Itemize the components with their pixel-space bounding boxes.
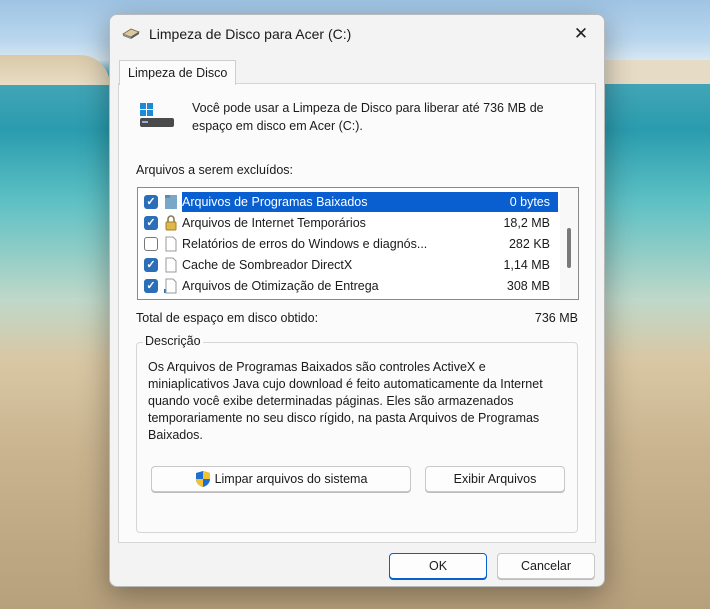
scrollbar-thumb[interactable] [567, 228, 571, 268]
tab-disk-cleanup[interactable]: Limpeza de Disco [119, 60, 237, 85]
checkbox-unchecked[interactable] [144, 237, 158, 251]
uac-shield-icon [195, 470, 211, 488]
tab-panel: Você pode usar a Limpeza de Disco para l… [118, 83, 596, 543]
total-space-value: 736 MB [534, 311, 578, 325]
folder-icon [164, 194, 178, 210]
file-category-size: 308 MB [506, 279, 550, 293]
close-icon: ✕ [573, 24, 589, 43]
file-category-size: 0 bytes [509, 195, 550, 209]
file-category-size: 282 KB [508, 237, 550, 251]
list-item[interactable]: ✓ Arquivos de Programas Baixados 0 bytes [138, 192, 558, 212]
disk-cleanup-dialog: Limpeza de Disco para Acer (C:) ✕ Limpez… [109, 14, 605, 587]
list-item[interactable]: ✓ Cache de Sombreador DirectX 1,14 MB [138, 255, 558, 275]
checkbox-checked[interactable]: ✓ [144, 195, 158, 209]
file-category-name: Arquivos de Otimização de Entrega [182, 279, 379, 293]
view-files-button[interactable]: Exibir Arquivos [425, 466, 565, 492]
disk-cleanup-icon [122, 28, 140, 40]
file-category-name: Cache de Sombreador DirectX [182, 258, 353, 272]
file-icon [164, 257, 178, 273]
file-category-name: Arquivos de Internet Temporários [182, 216, 366, 230]
ok-button[interactable]: OK [389, 553, 487, 579]
lock-icon [164, 215, 178, 231]
checkbox-checked[interactable]: ✓ [144, 258, 158, 272]
description-legend: Descrição [143, 334, 203, 348]
file-icon [164, 278, 178, 294]
checkbox-checked[interactable]: ✓ [144, 279, 158, 293]
background-beach-right [600, 60, 710, 84]
close-button[interactable]: ✕ [558, 15, 604, 53]
list-item[interactable]: ✓ Arquivos de Internet Temporários 18,2 … [138, 213, 558, 233]
window-title: Limpeza de Disco para Acer (C:) [149, 26, 352, 42]
title-bar: Limpeza de Disco para Acer (C:) ✕ [110, 15, 604, 53]
list-item[interactable]: Relatórios de erros do Windows e diagnós… [138, 234, 558, 254]
files-to-delete-label: Arquivos a serem excluídos: [136, 163, 294, 177]
file-category-name: Relatórios de erros do Windows e diagnós… [182, 237, 428, 251]
file-category-name: Arquivos de Programas Baixados [182, 195, 368, 209]
intro-text: Você pode usar a Limpeza de Disco para l… [192, 101, 544, 133]
files-list[interactable]: ✓ Arquivos de Programas Baixados 0 bytes… [137, 187, 579, 300]
clean-system-files-label: Limpar arquivos do sistema [214, 472, 368, 486]
cancel-button[interactable]: Cancelar [497, 553, 595, 579]
drive-icon [138, 101, 176, 131]
checkbox-checked[interactable]: ✓ [144, 216, 158, 230]
file-category-size: 1,14 MB [503, 258, 550, 272]
list-item[interactable]: ✓ Arquivos de Otimização de Entrega 308 … [138, 276, 558, 296]
background-beach [0, 55, 110, 85]
clean-system-files-button[interactable]: Limpar arquivos do sistema [151, 466, 411, 492]
description-text: Os Arquivos de Programas Baixados são co… [148, 360, 543, 442]
file-category-size: 18,2 MB [503, 216, 550, 230]
list-scrollbar[interactable] [560, 188, 578, 299]
total-space-label: Total de espaço em disco obtido: [136, 311, 319, 325]
file-icon [164, 236, 178, 252]
